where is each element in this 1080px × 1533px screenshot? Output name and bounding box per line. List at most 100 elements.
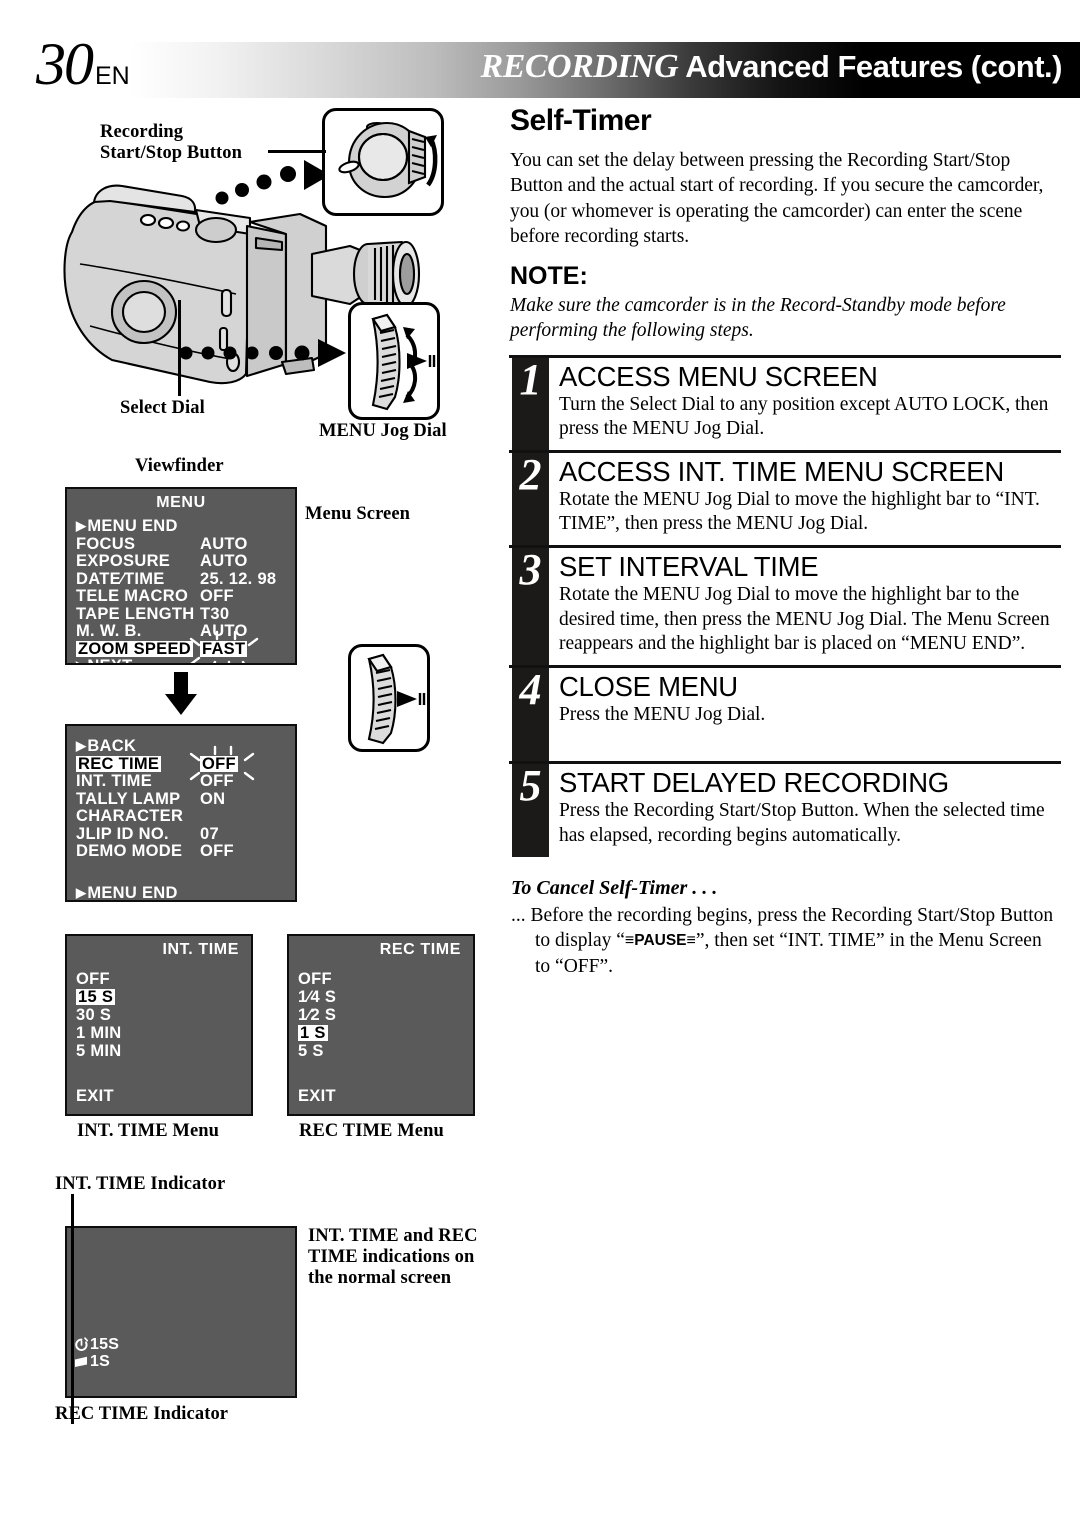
osd-row-name: DATE∕TIME [76, 569, 165, 588]
osd-item-label: OFF [76, 970, 110, 988]
step-title: ACCESS INT. TIME MENU SCREEN [559, 455, 1004, 487]
step-item: 4 CLOSE MENU Press the MENU Jog Dial. [509, 664, 1061, 762]
step-item: 1 ACCESS MENU SCREEN Turn the Select Dia… [509, 354, 1061, 450]
osd-list-item[interactable]: 30 S [67, 1007, 251, 1025]
osd-list-item[interactable]: 1 MIN [67, 1025, 251, 1043]
osd-row-menu-end[interactable]: MENU END [67, 884, 295, 900]
osd-row-name-highlighted: REC TIME [76, 754, 162, 773]
osd-row[interactable]: TAPE LENGTH T30 [67, 604, 295, 624]
detail-box-menu-jog-dial-press [348, 644, 430, 752]
osd-row-value-highlighted: FAST [200, 639, 248, 658]
step-body: Rotate the MENU Jog Dial to move the hig… [559, 488, 1040, 535]
rec-time-indicator-line: 1S [74, 1353, 119, 1370]
osd-list-item[interactable]: 1∕4 S [289, 989, 473, 1007]
label-select-dial: Select Dial [120, 398, 205, 418]
osd-row[interactable]: DATE∕TIME 25. 12. 98 [67, 569, 295, 589]
record-button-dial-drawing [338, 121, 438, 199]
pointer-dots-jog-dial [179, 339, 346, 367]
menu-jog-dial-press-drawing [367, 653, 426, 745]
osd-item-label: 1 MIN [76, 1024, 122, 1042]
osd-row-value: OFF [200, 772, 234, 791]
left-illustration-column: Recording Start/Stop Button Select Dial M… [0, 104, 500, 1524]
osd-list-item[interactable]: 1∕2 S [289, 1007, 473, 1025]
pause-label: PAUSE [634, 931, 687, 949]
rec-time-icon [75, 1356, 87, 1367]
osd-item-label: 30 S [76, 1006, 112, 1024]
osd-list-item[interactable]: 5 S [289, 1043, 473, 1061]
leader-line-record-button [268, 150, 326, 153]
timer-icon [75, 1337, 89, 1351]
osd-item-label: 1∕4 S [298, 988, 337, 1006]
pause-bars-right-icon: ≡ [686, 931, 696, 949]
osd-row-name: M. W. B. [76, 622, 142, 641]
osd-normal-indicators: 15S 1S [74, 1336, 119, 1370]
osd-row-value-highlighted: OFF [200, 754, 238, 773]
osd-row[interactable]: DEMO MODE OFF [67, 842, 295, 861]
osd-row[interactable]: CHARACTER [67, 807, 295, 826]
osd-list-item-selected[interactable]: 15 S [67, 989, 251, 1007]
osd-row[interactable]: FOCUS AUTO [67, 534, 295, 554]
osd-row[interactable]: M. W. B. AUTO [67, 622, 295, 641]
osd-exit-button[interactable]: EXIT [76, 1087, 114, 1106]
osd-row[interactable]: NEXT [67, 657, 295, 663]
label-viewfinder: Viewfinder [135, 456, 224, 476]
osd-row-value: T30 [200, 604, 230, 623]
osd-exit-button[interactable]: EXIT [298, 1087, 336, 1106]
osd-row-name: DEMO MODE [76, 842, 183, 861]
osd-row-name: CHARACTER [76, 807, 184, 826]
osd-row[interactable]: INT. TIME OFF [67, 772, 295, 791]
pointer-dots-rec-button [215, 160, 330, 205]
osd-row-name: TELE MACRO [76, 587, 189, 606]
osd-row[interactable]: TELE MACRO OFF [67, 587, 295, 606]
osd-row-value-blinking: FAST [189, 630, 259, 663]
osd-list-item[interactable]: 5 MIN [67, 1043, 251, 1061]
step-number: 4 [519, 664, 542, 714]
section-intro-text: You can set the delay between pressing t… [510, 150, 1044, 248]
osd-row-value: ON [200, 789, 226, 808]
osd-item-label: 1∕2 S [298, 1006, 337, 1024]
rec-time-indicator-value: 1S [90, 1353, 110, 1370]
menu-jog-dial-drawing [371, 313, 436, 411]
osd-rec-items: OFF 1∕4 S 1∕2 S 1 S 5 S [289, 971, 473, 1061]
label-menu-jog-dial: MENU Jog Dial [319, 421, 447, 441]
osd-row[interactable]: MENU END [67, 517, 295, 536]
osd-row-name-highlighted: ZOOM SPEED [76, 639, 194, 658]
osd-row-value: AUTO [200, 534, 248, 553]
osd-row-selected[interactable]: REC TIME OFF [67, 745, 295, 780]
detail-box-record-button [322, 108, 444, 216]
step-body: Turn the Select Dial to any position exc… [559, 393, 1049, 440]
osd-list-item-selected[interactable]: 1 S [289, 1025, 473, 1043]
osd-row-name: MENU END [76, 884, 200, 900]
osd-row-value: AUTO [200, 552, 248, 571]
osd-row[interactable]: EXPOSURE AUTO [67, 552, 295, 571]
osd-rec-time-menu: REC TIME OFF 1∕4 S 1∕2 S 1 S 5 S EXIT [287, 934, 475, 1116]
osd-row-value: AUTO [200, 622, 248, 641]
osd-row[interactable]: TALLY LAMP ON [67, 789, 295, 809]
right-instruction-column: Self-Timer You can set the delay between… [509, 104, 1061, 979]
section-title: Self-Timer [510, 104, 652, 137]
step-body: Press the Recording Start/Stop Button. W… [559, 800, 1045, 846]
osd-row-name: TAPE LENGTH [76, 604, 195, 623]
osd-menu-screen-2: BACK REC TIME OFF [65, 724, 297, 902]
osd-row-value: 25. 12. 98 [200, 569, 277, 588]
osd-row-name: NEXT [76, 657, 200, 663]
step-title: ACCESS MENU SCREEN [559, 360, 878, 392]
step-body: Press the MENU Jog Dial. [559, 703, 766, 725]
header-title-section: RECORDING [480, 48, 679, 85]
label-recording-start-stop-button: Recording Start/Stop Button [100, 122, 243, 163]
osd-list-item[interactable]: OFF [67, 971, 251, 989]
osd-row-name: EXPOSURE [76, 552, 171, 571]
osd-item-label-highlighted: 1 S [298, 1024, 328, 1042]
osd-row[interactable]: BACK [67, 737, 295, 756]
leader-line-select-dial [178, 300, 181, 396]
osd-menu1-rows: MENU END FOCUS AUTO EXPOSURE AUTO DATE∕T… [67, 517, 295, 663]
osd-row-name: BACK [76, 737, 200, 756]
osd-list-item[interactable]: OFF [289, 971, 473, 989]
step-title: SET INTERVAL TIME [559, 551, 819, 582]
step-body: Rotate the MENU Jog Dial to move the hig… [559, 584, 1050, 655]
osd-row[interactable]: JLIP ID NO. 07 [67, 825, 295, 844]
step-title: CLOSE MENU [559, 670, 738, 702]
rec-time-flag-icon [74, 1355, 89, 1369]
osd-row-selected[interactable]: ZOOM SPEED FAST [67, 630, 295, 663]
osd-row-name: FOCUS [76, 534, 136, 553]
